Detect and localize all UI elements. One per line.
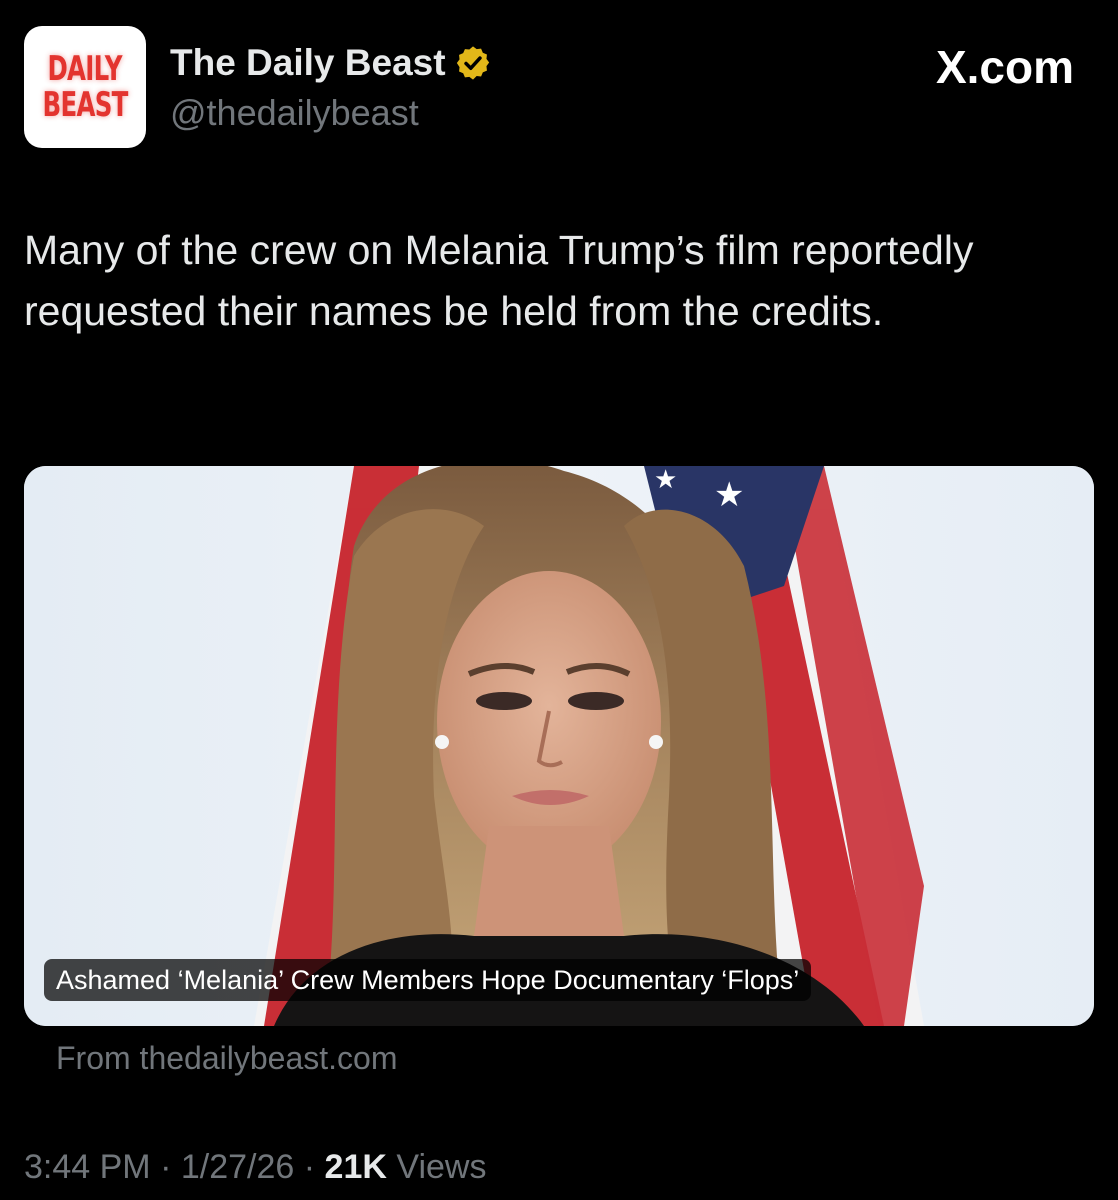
tweet-meta: 3:44 PM · 1/27/26 · 21K Views [24,1148,486,1187]
link-card[interactable]: ★ ★ Ashamed ‘Melania’ Crew Members Hope … [24,466,1094,1026]
tweet: DAILY BEAST The Daily Beast @thedailybea… [0,0,1118,1200]
avatar-logo-line-2: BEAST [42,85,128,125]
meta-separator: · [303,1148,316,1186]
handle[interactable]: @thedailybeast [170,92,419,134]
card-photo: ★ ★ [24,466,1094,1026]
svg-text:★: ★ [654,466,677,494]
tweet-date[interactable]: 1/27/26 [181,1148,294,1186]
tweet-text: Many of the crew on Melania Trump’s film… [24,227,974,334]
verified-badge-icon [454,44,492,82]
display-name[interactable]: The Daily Beast [170,42,446,84]
avatar[interactable]: DAILY BEAST [24,26,146,148]
avatar-logo-line-1: DAILY [47,49,123,89]
card-title: Ashamed ‘Melania’ Crew Members Hope Docu… [44,959,812,1001]
views-count: 21K [324,1148,387,1186]
tweet-time[interactable]: 3:44 PM [24,1148,151,1186]
meta-separator: · [160,1148,172,1186]
svg-text:★: ★ [714,476,744,514]
views-label: Views [396,1148,487,1186]
card-source[interactable]: From thedailybeast.com [56,1040,397,1077]
display-name-row[interactable]: The Daily Beast [170,40,492,86]
x-com-watermark: X.com [935,41,1074,93]
